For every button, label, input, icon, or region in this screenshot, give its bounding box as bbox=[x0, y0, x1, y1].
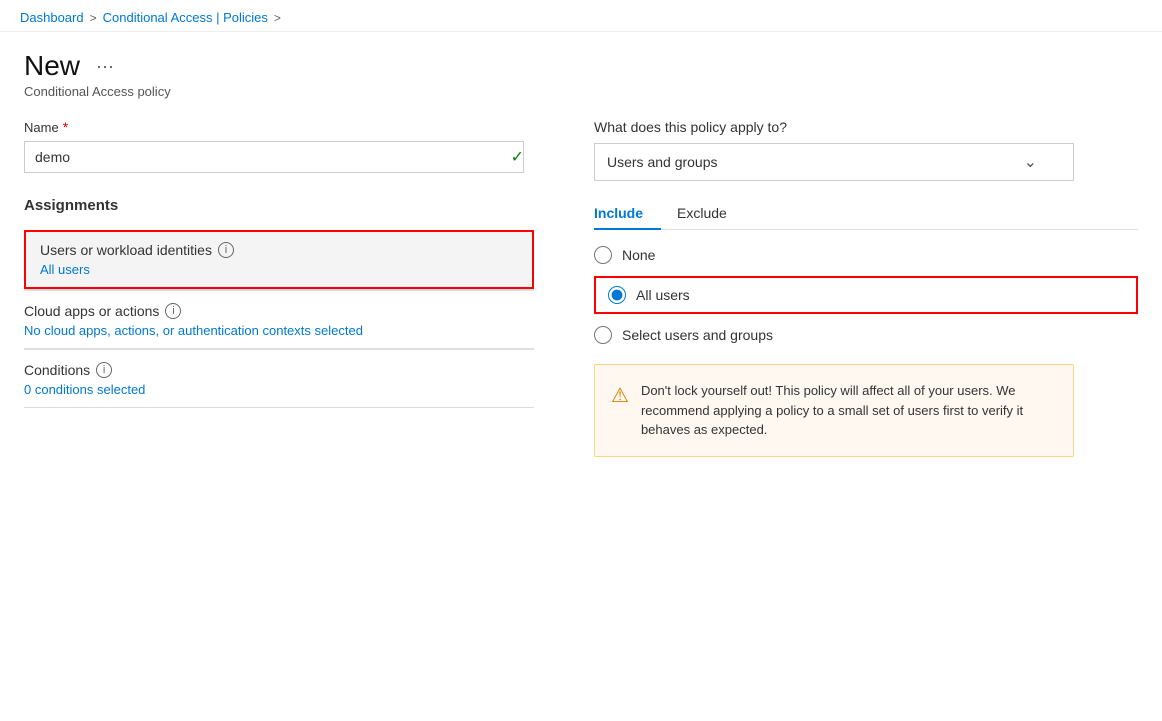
cloud-apps-info-icon: i bbox=[165, 303, 181, 319]
policy-applies-label: What does this policy apply to? bbox=[594, 119, 1138, 135]
radio-all-users-label: All users bbox=[636, 287, 690, 303]
tab-include[interactable]: Include bbox=[594, 197, 661, 229]
assignments-title: Assignments bbox=[24, 197, 534, 220]
main-content: Name * ✓ Assignments Users or workload i… bbox=[0, 109, 1162, 481]
cloud-apps-value: No cloud apps, actions, or authenticatio… bbox=[24, 323, 534, 338]
ellipsis-button[interactable]: ··· bbox=[90, 54, 120, 79]
page-subtitle: Conditional Access policy bbox=[24, 84, 1138, 99]
name-input[interactable] bbox=[24, 141, 524, 173]
users-info-icon: i bbox=[218, 242, 234, 258]
breadcrumb-conditional-access[interactable]: Conditional Access | Policies bbox=[103, 10, 268, 25]
left-panel: Name * ✓ Assignments Users or workload i… bbox=[24, 119, 534, 457]
conditions-info-icon: i bbox=[96, 362, 112, 378]
radio-select-label: Select users and groups bbox=[622, 327, 773, 343]
radio-group: None All users Select users and groups bbox=[594, 246, 1138, 344]
policy-applies-dropdown-wrapper: Users and groups ⌄ bbox=[594, 143, 1138, 181]
assignments-section: Assignments Users or workload identities… bbox=[24, 197, 534, 408]
users-label: Users or workload identities bbox=[40, 242, 212, 258]
radio-none-input[interactable] bbox=[594, 246, 612, 264]
radio-none[interactable]: None bbox=[594, 246, 1138, 264]
name-input-wrapper: ✓ bbox=[24, 141, 534, 173]
radio-select-input[interactable] bbox=[594, 326, 612, 344]
check-icon: ✓ bbox=[511, 147, 524, 167]
page-title: New bbox=[24, 50, 80, 82]
name-field-label: Name * bbox=[24, 119, 534, 135]
cloud-apps-item[interactable]: Cloud apps or actions i No cloud apps, a… bbox=[24, 290, 534, 348]
users-assignment-item[interactable]: Users or workload identities i All users bbox=[24, 230, 534, 289]
breadcrumb-sep2: > bbox=[274, 11, 281, 25]
dropdown-value: Users and groups bbox=[607, 154, 718, 170]
dropdown-arrow-icon: ⌄ bbox=[1024, 152, 1037, 172]
conditions-item[interactable]: Conditions i 0 conditions selected bbox=[24, 349, 534, 407]
warning-box: ⚠ Don't lock yourself out! This policy w… bbox=[594, 364, 1074, 457]
tabs-row: Include Exclude bbox=[594, 197, 1138, 230]
required-indicator: * bbox=[63, 119, 68, 135]
conditions-value: 0 conditions selected bbox=[24, 382, 534, 397]
divider-3 bbox=[24, 407, 534, 408]
users-value: All users bbox=[40, 262, 518, 277]
breadcrumb: Dashboard > Conditional Access | Policie… bbox=[0, 0, 1162, 32]
radio-all-users-input[interactable] bbox=[608, 286, 626, 304]
warning-icon: ⚠ bbox=[611, 383, 629, 440]
conditions-label: Conditions bbox=[24, 362, 90, 378]
right-panel: What does this policy apply to? Users an… bbox=[594, 119, 1138, 457]
breadcrumb-sep1: > bbox=[90, 11, 97, 25]
warning-text: Don't lock yourself out! This policy wil… bbox=[641, 381, 1057, 440]
tab-exclude[interactable]: Exclude bbox=[677, 197, 745, 229]
radio-all-users[interactable]: All users bbox=[594, 276, 1138, 314]
radio-select-users[interactable]: Select users and groups bbox=[594, 326, 1138, 344]
cloud-apps-label: Cloud apps or actions bbox=[24, 303, 159, 319]
radio-none-label: None bbox=[622, 247, 655, 263]
page-header: New ··· Conditional Access policy bbox=[0, 32, 1162, 109]
policy-applies-dropdown[interactable]: Users and groups ⌄ bbox=[594, 143, 1074, 181]
breadcrumb-dashboard[interactable]: Dashboard bbox=[20, 10, 84, 25]
